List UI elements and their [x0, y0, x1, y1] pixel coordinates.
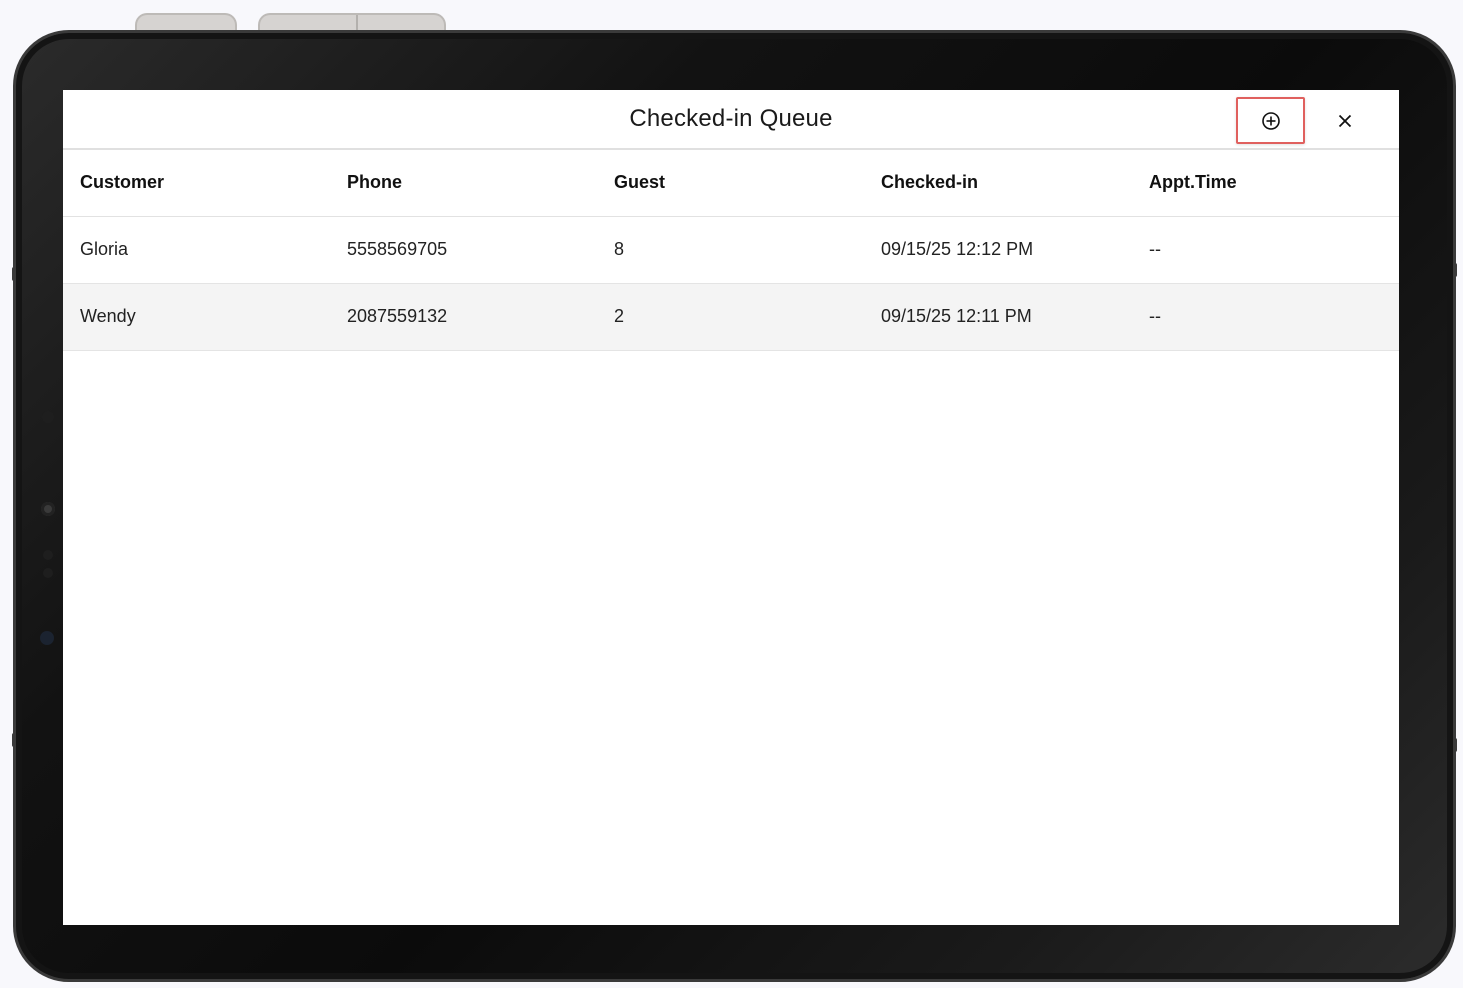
side-nub	[12, 267, 16, 281]
dialog-header: Checked-in Queue	[63, 90, 1399, 150]
cell-checked-in: 09/15/25 12:11 PM	[864, 283, 1132, 351]
cell-checked-in: 09/15/25 12:12 PM	[864, 216, 1132, 284]
column-header-guest: Guest	[597, 150, 864, 217]
stage: Checked-in Queue Customer Phone Guest Ch…	[0, 0, 1463, 988]
plus-circle-icon	[1261, 111, 1280, 130]
column-header-appt-time: Appt.Time	[1132, 150, 1399, 217]
sensor-dot	[43, 550, 53, 560]
side-nub	[12, 733, 16, 747]
cell-guest: 2	[597, 283, 864, 351]
queue-table: Customer Phone Guest Checked-in Appt.Tim…	[63, 150, 1399, 351]
table-row[interactable]: Wendy 2087559132 2 09/15/25 12:11 PM --	[63, 283, 1399, 351]
add-to-queue-button[interactable]	[1236, 97, 1305, 144]
sensor-dot	[42, 411, 54, 423]
column-header-phone: Phone	[330, 150, 597, 217]
cell-customer: Gloria	[63, 216, 330, 284]
side-nub	[1453, 738, 1457, 752]
column-header-checked-in: Checked-in	[864, 150, 1132, 217]
table-header-row: Customer Phone Guest Checked-in Appt.Tim…	[63, 150, 1399, 217]
cell-phone: 5558569705	[330, 216, 597, 284]
table-row[interactable]: Gloria 5558569705 8 09/15/25 12:12 PM --	[63, 216, 1399, 284]
cell-appt-time: --	[1132, 283, 1399, 351]
sensor-dot	[43, 568, 53, 578]
cell-phone: 2087559132	[330, 283, 597, 351]
dialog-title: Checked-in Queue	[629, 105, 833, 132]
checked-in-queue-dialog: Checked-in Queue Customer Phone Guest Ch…	[63, 90, 1399, 925]
close-button[interactable]	[1329, 105, 1361, 137]
cell-customer: Wendy	[63, 283, 330, 351]
side-nub	[1453, 263, 1457, 277]
cell-appt-time: --	[1132, 216, 1399, 284]
close-icon	[1338, 114, 1352, 128]
column-header-customer: Customer	[63, 150, 330, 217]
cell-guest: 8	[597, 216, 864, 284]
sensor-dot	[40, 631, 54, 645]
front-camera	[41, 502, 55, 516]
